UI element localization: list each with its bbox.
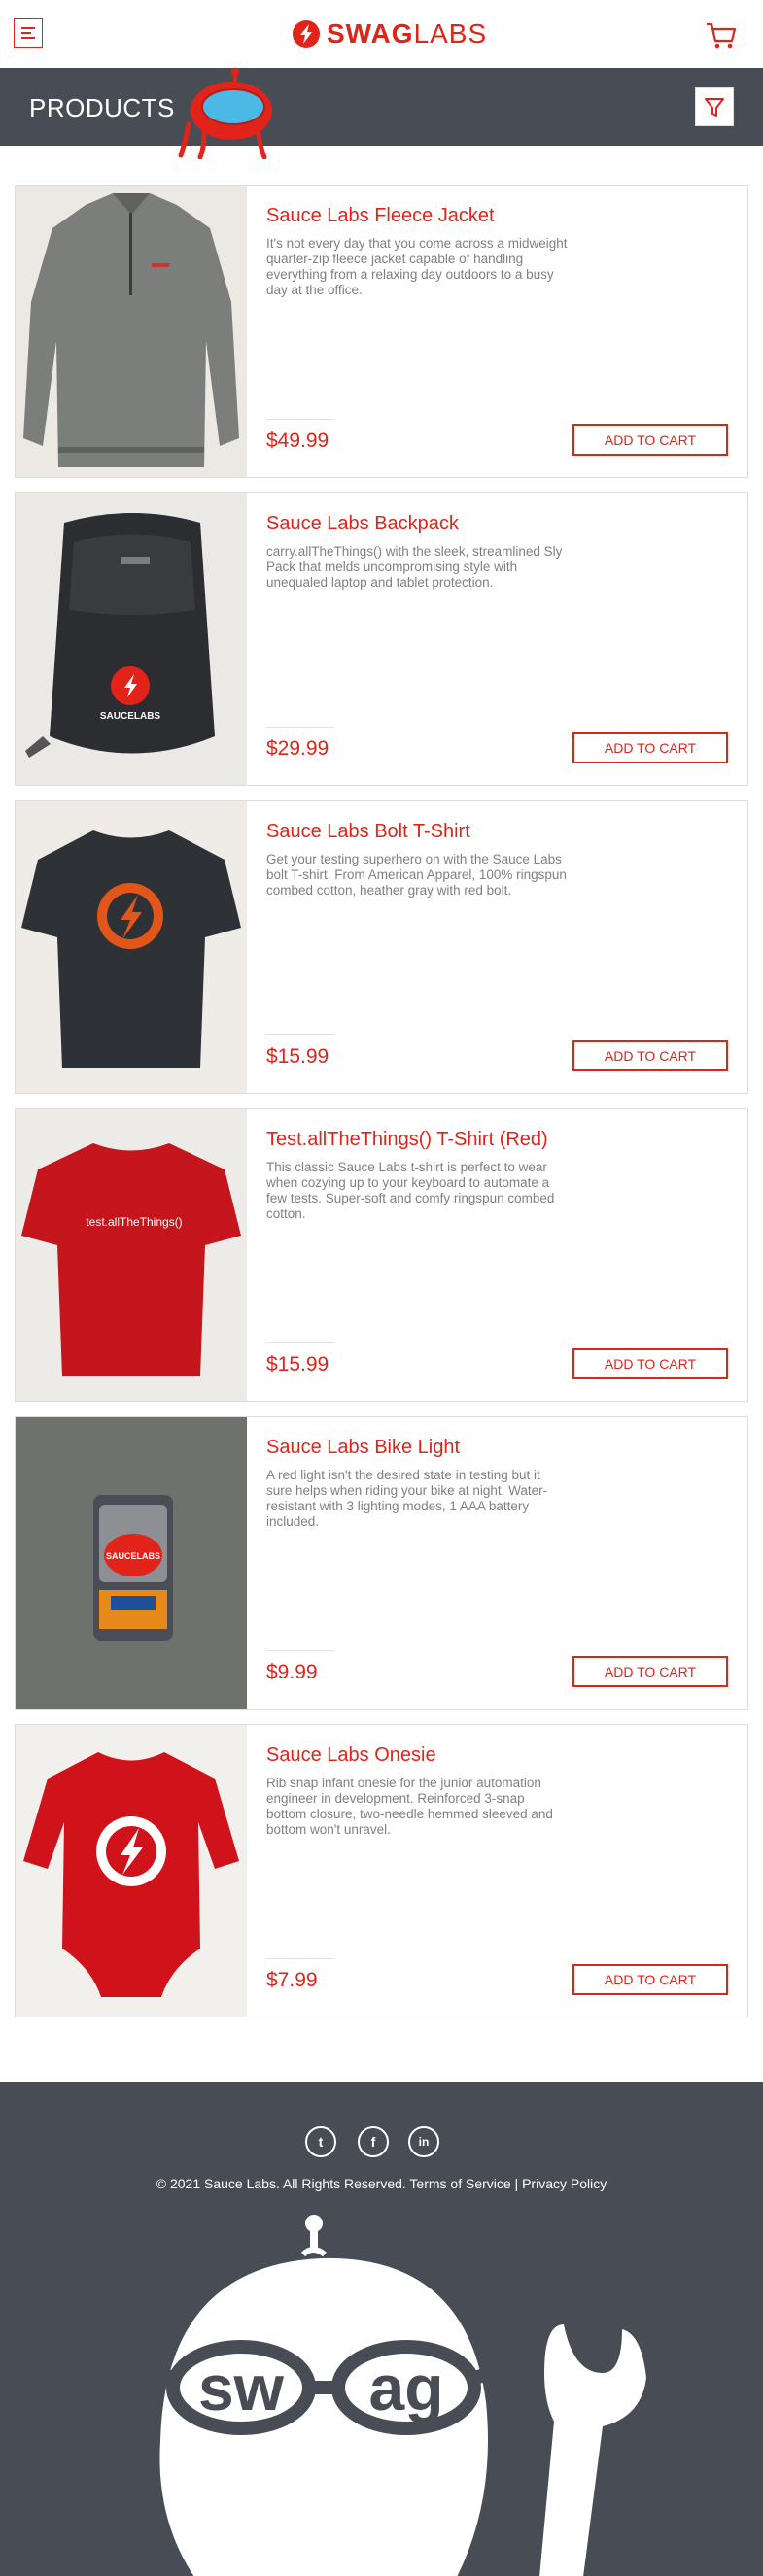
backpack-logo-text: SAUCELABS bbox=[100, 711, 161, 722]
facebook-icon[interactable]: f bbox=[358, 2126, 389, 2157]
menu-icon bbox=[21, 27, 35, 29]
product-name-link[interactable]: Sauce Labs Bike Light bbox=[266, 1437, 460, 1459]
menu-button[interactable] bbox=[14, 18, 43, 48]
divider bbox=[266, 727, 334, 728]
inventory-item: Sauce Labs Bolt T-Shirt Get your testing… bbox=[15, 800, 748, 1094]
divider bbox=[266, 1650, 334, 1651]
product-name-link[interactable]: Sauce Labs Backpack bbox=[266, 513, 459, 535]
add-to-cart-button[interactable]: ADD TO CART bbox=[572, 1040, 728, 1071]
red-tshirt-print-text: test.allTheThings() bbox=[86, 1215, 182, 1229]
add-to-cart-button[interactable]: ADD TO CART bbox=[572, 1656, 728, 1687]
product-price: $29.99 bbox=[266, 737, 329, 760]
menu-icon-line bbox=[21, 32, 31, 34]
mascot-text-left: sw bbox=[198, 2352, 285, 2423]
backpack-image: SAUCELABS bbox=[25, 513, 215, 758]
add-to-cart-button[interactable]: ADD TO CART bbox=[572, 732, 728, 763]
product-image[interactable]: test.allTheThings() bbox=[16, 1109, 247, 1401]
onesie-image bbox=[23, 1752, 239, 1997]
product-price: $15.99 bbox=[266, 1353, 329, 1375]
divider bbox=[266, 419, 334, 420]
product-image[interactable] bbox=[16, 186, 247, 477]
menu-icon-line bbox=[21, 37, 35, 39]
product-description: It's not every day that you come across … bbox=[266, 236, 568, 297]
product-description: Rib snap infant onesie for the junior au… bbox=[266, 1776, 553, 1837]
inventory-item: test.allTheThings() Test.allTheThings() … bbox=[15, 1108, 748, 1402]
product-price: $49.99 bbox=[266, 429, 329, 452]
product-image[interactable]: SAUCELABS bbox=[16, 1417, 247, 1709]
page-title: PRODUCTS bbox=[29, 93, 175, 122]
product-price: $7.99 bbox=[266, 1969, 318, 1991]
product-image[interactable]: SAUCELABS bbox=[16, 493, 247, 785]
product-price: $9.99 bbox=[266, 1661, 318, 1683]
fleece-jacket-image bbox=[23, 193, 239, 467]
product-description: A red light isn't the desired state in t… bbox=[266, 1468, 548, 1529]
inventory-item: Sauce Labs Fleece Jacket It's not every … bbox=[15, 185, 748, 478]
add-to-cart-button[interactable]: ADD TO CART bbox=[572, 1964, 728, 1995]
sort-filter-button[interactable] bbox=[695, 87, 734, 126]
add-to-cart-button[interactable]: ADD TO CART bbox=[572, 1348, 728, 1379]
add-to-cart-button[interactable]: ADD TO CART bbox=[572, 424, 728, 456]
cart-icon[interactable] bbox=[705, 21, 738, 51]
product-description: Get your testing superhero on with the S… bbox=[266, 852, 567, 898]
logo-icon bbox=[293, 20, 320, 48]
linkedin-icon[interactable]: in bbox=[408, 2126, 439, 2157]
footer-robot-mascot: sw ag bbox=[154, 2215, 646, 2576]
product-name-link[interactable]: Sauce Labs Bolt T-Shirt bbox=[266, 821, 470, 843]
inventory-item: SAUCELABS Sauce Labs Backpack carry.allT… bbox=[15, 492, 748, 786]
twitter-icon[interactable]: t bbox=[305, 2126, 336, 2157]
inventory-item: SAUCELABS Sauce Labs Bike Light A red li… bbox=[15, 1416, 748, 1710]
bike-light-label-text: SAUCELABS bbox=[106, 1551, 160, 1561]
product-description: This classic Sauce Labs t-shirt is perfe… bbox=[266, 1160, 555, 1221]
robot-head-icon bbox=[178, 68, 272, 159]
inventory-item: Sauce Labs Onesie Rib snap infant onesie… bbox=[15, 1724, 748, 2017]
divider bbox=[266, 1958, 334, 1959]
footer: t f in © 2021 Sauce Labs. All Rights Res… bbox=[0, 2082, 763, 2576]
product-name-link[interactable]: Sauce Labs Onesie bbox=[266, 1745, 436, 1767]
mascot-text-right: ag bbox=[368, 2352, 443, 2423]
product-description: carry.allTheThings() with the sleek, str… bbox=[266, 544, 563, 590]
top-bar: SWAGLABS bbox=[0, 0, 763, 69]
logo-text: SWAGLABS bbox=[327, 18, 488, 49]
bolt-tshirt-image bbox=[21, 830, 241, 1068]
divider bbox=[266, 1342, 334, 1343]
product-price: $15.99 bbox=[266, 1045, 329, 1068]
filter-icon bbox=[705, 98, 724, 117]
product-name-link[interactable]: Test.allTheThings() T-Shirt (Red) bbox=[266, 1129, 548, 1151]
product-image[interactable] bbox=[16, 1725, 247, 2017]
red-tshirt-image: test.allTheThings() bbox=[21, 1143, 241, 1376]
divider bbox=[266, 1034, 334, 1035]
app-logo: SWAGLABS bbox=[292, 17, 487, 51]
footer-copyright: © 2021 Sauce Labs. All Rights Reserved. … bbox=[156, 2176, 607, 2191]
bike-light-image: SAUCELABS bbox=[93, 1495, 173, 1641]
product-name-link[interactable]: Sauce Labs Fleece Jacket bbox=[266, 205, 495, 227]
inventory-list: Sauce Labs Fleece Jacket It's not every … bbox=[15, 185, 748, 2032]
product-image[interactable] bbox=[16, 801, 247, 1093]
